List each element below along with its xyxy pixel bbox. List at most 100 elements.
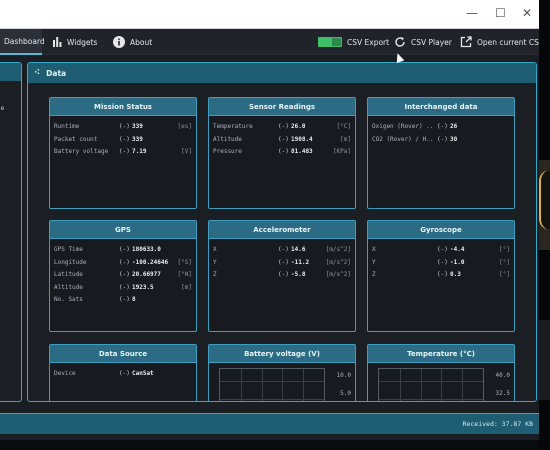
open-csv-label: Open current CSV bbox=[477, 37, 539, 47]
data-row: Device (-) CanSat bbox=[50, 368, 196, 381]
data-row: X (-) -4.4 [°] bbox=[368, 244, 514, 257]
row-label: CO2 (Rover) / H.. bbox=[372, 135, 434, 143]
y-tick-label: 32.5 bbox=[495, 390, 510, 397]
card-rows: Runtime (-) 339 [es] Packet count (-) 339 Batte… bbox=[50, 116, 196, 159]
data-row: Z (-) 0.3 [°] bbox=[368, 269, 514, 282]
row-indicator: (-) bbox=[278, 258, 289, 266]
card-rows: Oxigen (Rover) .. (-) 26 CO2 (Rover) / H..(… bbox=[368, 116, 514, 146]
row-value: CanSat bbox=[132, 370, 154, 377]
row-unit: [m/s^2] bbox=[325, 258, 351, 266]
card-title: Gyroscope bbox=[368, 221, 514, 239]
status-bar: Received: 37.87 KB bbox=[0, 413, 539, 434]
row-label: Packet count bbox=[54, 135, 98, 143]
tab-dashboard-label: Dashboard bbox=[4, 36, 45, 46]
card-title: Battery voltage (V) bbox=[209, 345, 355, 363]
mission-status-card: Mission Status Runtime (-) 339 [es] Packet c… bbox=[49, 97, 197, 209]
row-value: -4.4 bbox=[450, 246, 465, 253]
row-label: Z bbox=[213, 271, 217, 278]
csv-export-label: CSV Export bbox=[347, 37, 390, 47]
accelerometer-card: Accelerometer X (-) 14.6 [m/s^2] Y (-) -11.2 [m… bbox=[208, 220, 356, 332]
data-row: Altitude (-) 1923.5 [m] bbox=[50, 282, 196, 295]
open-csv-button[interactable]: Open current CSV bbox=[460, 29, 539, 55]
row-label: Altitude bbox=[54, 283, 83, 291]
interchanged-data-card: Interchanged data Oxigen (Rover) .. (-) 26… bbox=[367, 97, 515, 209]
row-indicator: (-) bbox=[278, 271, 289, 278]
data-row: Oxigen (Rover) .. (-) 26 bbox=[368, 121, 514, 134]
row-indicator: (-) bbox=[278, 246, 289, 253]
row-value: 30 bbox=[450, 135, 458, 143]
bar-chart-icon bbox=[53, 37, 62, 47]
row-label: Oxigen (Rover) .. bbox=[372, 123, 434, 130]
toggle-icon bbox=[318, 37, 342, 47]
row-label: Altitude bbox=[213, 135, 242, 143]
data-row: No. Sats (-) 8 bbox=[50, 294, 196, 307]
csv-export-toggle[interactable]: CSV Export bbox=[318, 29, 389, 55]
maximize-icon[interactable]: ☐ bbox=[495, 6, 506, 20]
row-unit: [m/s^2] bbox=[325, 271, 351, 278]
row-unit: [m] bbox=[340, 135, 351, 143]
row-unit: [°] bbox=[499, 271, 510, 278]
minimize-icon[interactable]: — bbox=[466, 6, 478, 20]
data-row: Packet count (-) 339 bbox=[50, 134, 196, 147]
row-indicator: (-) bbox=[437, 246, 448, 253]
video-object bbox=[539, 170, 550, 230]
data-panel: ⁖ Data Mission Status Runtime (-) 339 [es] P… bbox=[27, 62, 537, 402]
card-rows: X (-) -4.4 [°] Y (-) -1.0 [°] Z (-) 0.3 [°] bbox=[368, 239, 514, 282]
row-indicator: (-) bbox=[437, 258, 448, 266]
data-row: Z (-) -5.8 [m/s^2] bbox=[209, 269, 355, 282]
tab-about[interactable]: About bbox=[113, 29, 152, 55]
left-panel-header bbox=[0, 63, 21, 81]
row-value: -1.0 bbox=[450, 258, 465, 266]
card-title: Accelerometer bbox=[209, 221, 355, 239]
data-row: CO2 (Rover) / H.. (-) 30 bbox=[368, 134, 514, 147]
row-indicator: (-) bbox=[119, 271, 130, 278]
received-size: Received: 37.87 KB bbox=[462, 420, 533, 428]
left-panel-text: le bbox=[0, 105, 5, 112]
row-value: 20.66977 bbox=[132, 271, 161, 278]
card-rows: Device (-) CanSat bbox=[50, 363, 196, 381]
row-indicator: (-) bbox=[278, 148, 289, 155]
y-tick-label: 40.0 bbox=[495, 372, 510, 379]
data-panel-header: ⁖ Data bbox=[28, 63, 536, 83]
row-value: -100.24646 bbox=[132, 258, 169, 266]
data-row: Altitude (-) 1908.4 [m] bbox=[209, 134, 355, 147]
data-panel-title: Data bbox=[46, 68, 67, 78]
row-value: 1923.5 bbox=[132, 283, 154, 291]
row-value: 26 bbox=[450, 123, 458, 130]
row-label: Longitude bbox=[54, 258, 87, 266]
card-rows: GPS Time (-) 180633.0 Longitude (-) -100.2464… bbox=[50, 239, 196, 307]
row-indicator: (-) bbox=[119, 370, 130, 377]
row-label: X bbox=[213, 246, 217, 253]
data-row: Runtime (-) 339 [es] bbox=[50, 121, 196, 134]
row-unit: [KPa] bbox=[332, 148, 351, 155]
card-title: GPS bbox=[50, 221, 196, 239]
row-value: -5.8 bbox=[291, 271, 306, 278]
tab-widgets[interactable]: Widgets bbox=[52, 29, 97, 55]
app-window: — ☐ ✕ Dashboard Widgets About CSV Export… bbox=[0, 0, 539, 440]
battery-chart-plot bbox=[219, 368, 325, 401]
csv-player-label: CSV Player bbox=[411, 37, 452, 47]
row-unit: [es] bbox=[177, 123, 192, 130]
card-title: Sensor Readings bbox=[209, 98, 355, 116]
background-video-strip bbox=[539, 0, 550, 450]
card-title: Temperature (°C) bbox=[368, 345, 514, 363]
tab-dashboard[interactable]: Dashboard bbox=[0, 29, 45, 55]
external-link-icon bbox=[460, 36, 472, 48]
row-value: 7.19 bbox=[132, 148, 147, 155]
row-value: 26.0 bbox=[291, 123, 306, 130]
csv-player-button[interactable]: CSV Player bbox=[394, 29, 452, 55]
row-indicator: (-) bbox=[119, 283, 130, 291]
row-indicator: (-) bbox=[119, 135, 130, 143]
row-value: 14.6 bbox=[291, 246, 306, 253]
row-indicator: (-) bbox=[119, 123, 130, 130]
row-label: Device bbox=[54, 370, 76, 377]
close-icon[interactable]: ✕ bbox=[522, 6, 532, 20]
row-value: 8 bbox=[132, 296, 136, 303]
row-value: 81.483 bbox=[291, 148, 313, 155]
row-label: Temperature bbox=[213, 123, 253, 130]
row-value: 180633.0 bbox=[132, 246, 161, 253]
row-indicator: (-) bbox=[119, 258, 130, 266]
gps-card: GPS GPS Time (-) 180633.0 Longitude (-) -100.… bbox=[49, 220, 197, 332]
row-value: 1908.4 bbox=[291, 135, 313, 143]
sparkle-icon: ⁖ bbox=[34, 68, 41, 78]
